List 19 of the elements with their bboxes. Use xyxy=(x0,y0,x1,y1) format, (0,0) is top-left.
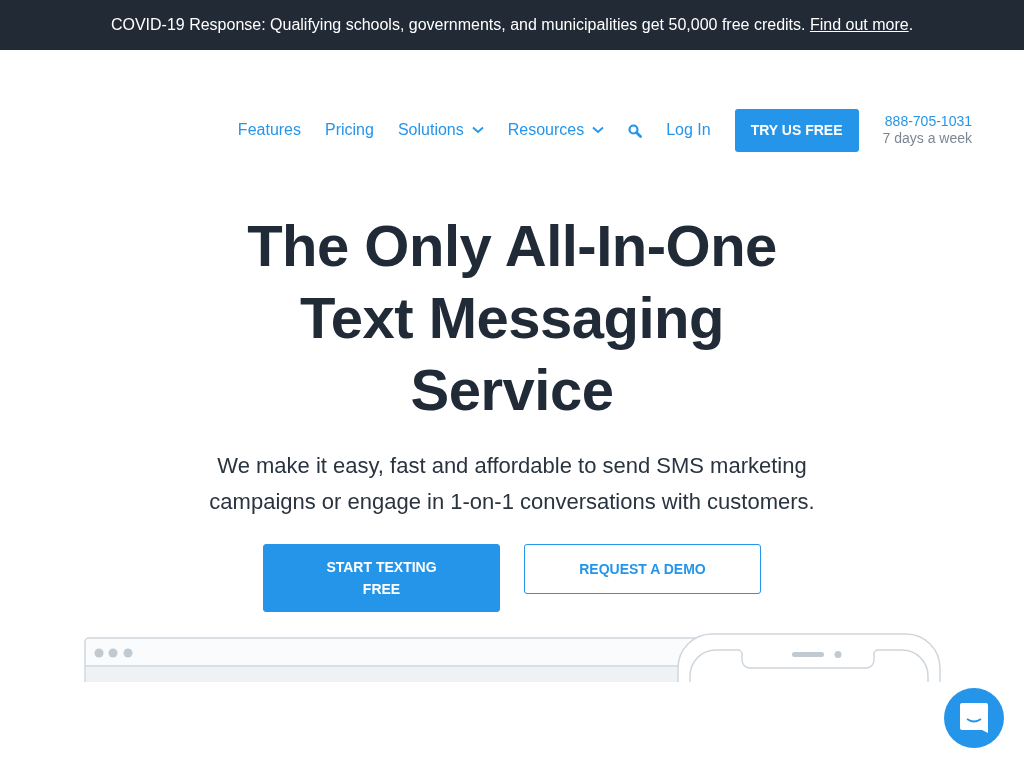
support-hours: 7 days a week xyxy=(882,130,972,147)
nav-link[interactable]: Pricing xyxy=(325,118,374,142)
chevron-down-icon xyxy=(471,126,484,134)
login-link[interactable]: Log In xyxy=(666,118,711,142)
try-free-button[interactable]: TRY US FREE xyxy=(734,108,859,152)
chat-button[interactable] xyxy=(944,688,1004,748)
nav-link[interactable]: Features xyxy=(237,118,301,142)
announcement-text: COVID-19 Response: Qualifying schools, governments, and municipalities get 50,000 free credits. Find out more. xyxy=(110,15,914,35)
chevron-down-icon xyxy=(592,126,605,134)
find-out-more-link[interactable]: Find out more xyxy=(809,16,909,33)
nav-dropdown[interactable]: Resources xyxy=(507,118,605,142)
hero-title: The Only All-In-One Text Messaging Service xyxy=(246,212,778,424)
start-texting-button[interactable]: START TEXTING FREE xyxy=(263,544,500,612)
hero-subtitle: We make it easy, fast and affordable to send SMS marketing campaigns or engage in 1-on-1 conversations with customers. xyxy=(208,452,816,516)
chat-icon xyxy=(959,702,989,734)
phone-number[interactable]: 888-705-1031 xyxy=(882,113,972,130)
request-demo-button[interactable]: REQUEST A DEMO xyxy=(524,544,761,594)
nav-dropdown[interactable]: Solutions xyxy=(397,118,484,142)
search-icon xyxy=(628,123,643,138)
